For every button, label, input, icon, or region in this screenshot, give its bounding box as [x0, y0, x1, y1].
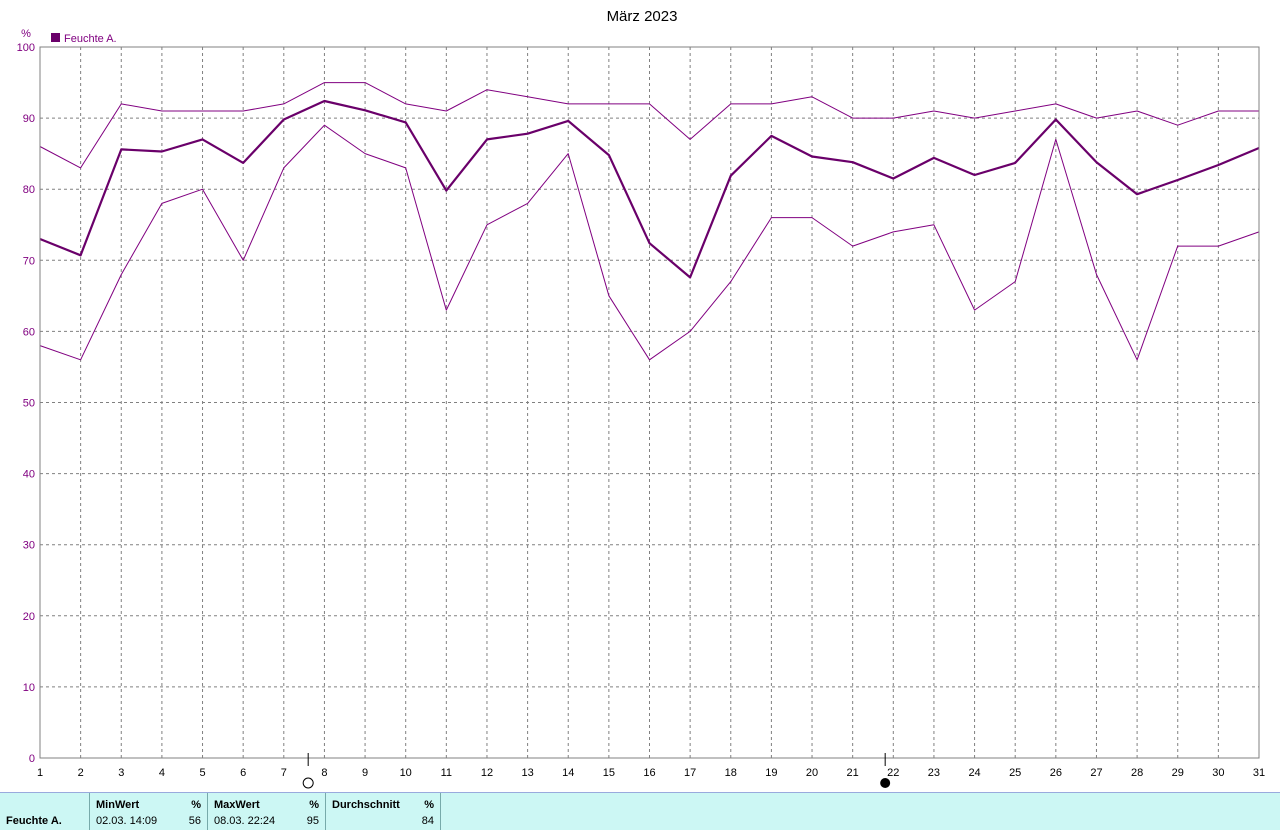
stats-row-label: Feuchte A. [6, 815, 62, 827]
y-tick-label: 10 [23, 682, 35, 694]
x-tick-label: 3 [118, 767, 124, 779]
stats-max-header: MaxWert [214, 799, 260, 811]
x-tick-label: 12 [481, 767, 493, 779]
x-tick-label: 27 [1090, 767, 1102, 779]
x-tick-label: 17 [684, 767, 696, 779]
chart-title: März 2023 [607, 8, 678, 25]
x-tick-label: 30 [1212, 767, 1224, 779]
x-tick-label: 28 [1131, 767, 1143, 779]
x-tick-label: 18 [725, 767, 737, 779]
y-tick-label: 70 [23, 255, 35, 267]
x-tick-label: 6 [240, 767, 246, 779]
y-tick-label: 20 [23, 611, 35, 623]
x-axis: 1 2 3 4 5 6 7 8 9 10 11 12 13 14 15 16 17 18 19 20 21 22 23 24 2… [37, 767, 1265, 779]
y-tick-label: 40 [23, 469, 35, 481]
y-tick-label: 80 [23, 184, 35, 196]
x-tick-label: 25 [1009, 767, 1021, 779]
stats-min-unit: % [191, 799, 201, 811]
y-tick-label: 60 [23, 326, 35, 338]
y-axis: 0 10 20 30 40 50 60 70 80 90 100 [17, 42, 35, 765]
x-tick-label: 7 [281, 767, 287, 779]
x-tick-label: 20 [806, 767, 818, 779]
stats-max-value: 95 [306, 815, 319, 827]
y-tick-label: 0 [29, 753, 35, 765]
stats-avg-cell: Durchschnitt % 84 [325, 793, 441, 830]
stats-avg-value: 84 [421, 815, 434, 827]
grid [40, 47, 1259, 758]
x-tick-label: 19 [765, 767, 777, 779]
x-tick-label: 11 [441, 767, 452, 779]
x-tick-label: 1 [37, 767, 43, 779]
x-tick-label: 4 [159, 767, 165, 779]
x-tick-label: 21 [847, 767, 859, 779]
chart: März 2023 % Feuchte A. 1 2 3 4 5 6 7 8 9 10 11 12 13… [17, 8, 1265, 789]
stats-avg-header: Durchschnitt [332, 799, 400, 811]
x-tick-label: 8 [321, 767, 327, 779]
y-tick-label: 30 [23, 540, 35, 552]
x-tick-label: 2 [78, 767, 84, 779]
x-tick-label: 13 [521, 767, 533, 779]
x-tick-label: 26 [1050, 767, 1062, 779]
y-tick-label: 90 [23, 113, 35, 125]
y-tick-label: 100 [17, 42, 35, 54]
stats-max-cell: MaxWert % 08.03. 22:24 95 [207, 793, 325, 830]
legend-label: Feuchte A. [64, 33, 117, 45]
stats-min-value: 56 [188, 815, 201, 827]
y-axis-unit: % [21, 28, 31, 40]
stats-max-datetime: 08.03. 22:24 [214, 815, 276, 827]
full-moon-icon [302, 777, 314, 789]
x-tick-label: 31 [1253, 767, 1265, 779]
x-tick-label: 10 [400, 767, 412, 779]
x-tick-label: 22 [887, 767, 899, 779]
y-tick-label: 50 [23, 398, 35, 410]
x-tick-label: 9 [362, 767, 368, 779]
stats-min-header: MinWert [96, 799, 140, 811]
stats-avg-unit: % [424, 799, 434, 811]
x-tick-label: 16 [643, 767, 655, 779]
stats-max-unit: % [309, 799, 319, 811]
legend-swatch [51, 33, 60, 42]
x-tick-label: 5 [199, 767, 205, 779]
x-tick-label: 24 [968, 767, 980, 779]
stats-table: Feuchte A. MinWert % 02.03. 14:09 56 Max… [0, 792, 1280, 830]
x-tick-label: 29 [1172, 767, 1184, 779]
stats-min-cell: MinWert % 02.03. 14:09 56 [89, 793, 207, 830]
new-moon-icon [880, 778, 891, 788]
stats-min-datetime: 02.03. 14:09 [96, 815, 158, 827]
x-tick-label: 15 [603, 767, 615, 779]
x-tick-label: 23 [928, 767, 940, 779]
x-tick-label: 14 [562, 767, 574, 779]
